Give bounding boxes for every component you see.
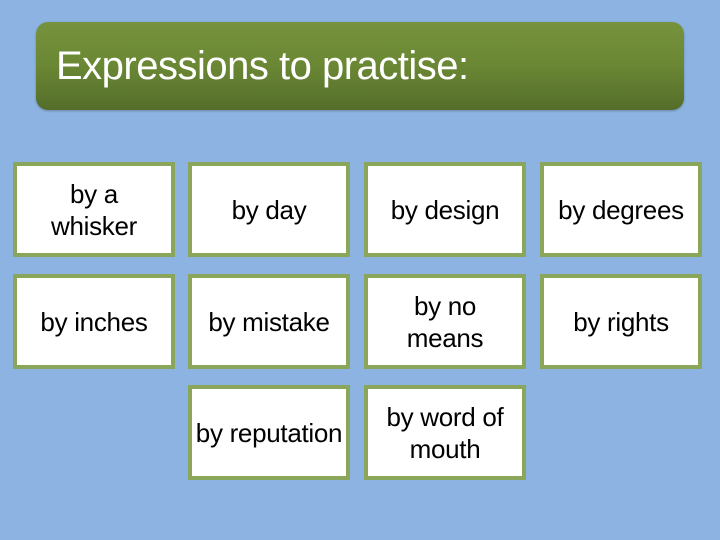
expression-card-by-rights: by rights xyxy=(540,274,702,369)
expression-text: by day xyxy=(231,194,307,225)
expression-card-by-reputation: by reputation xyxy=(188,385,350,480)
expression-text: by word of mouth xyxy=(386,401,504,464)
expression-text: by reputation xyxy=(195,417,343,448)
expression-card-by-inches: by inches xyxy=(13,274,175,369)
expression-text: by degrees xyxy=(558,194,684,225)
expression-card-by-mistake: by mistake xyxy=(188,274,350,369)
expression-card-by-no-means: by no means xyxy=(364,274,526,369)
expression-card-by-degrees: by degrees xyxy=(540,162,702,257)
expression-text: by no means xyxy=(406,290,484,353)
expression-text: by a whisker xyxy=(50,178,138,241)
expression-text: by inches xyxy=(40,306,148,337)
expression-card-by-word-of-mouth: by word of mouth xyxy=(364,385,526,480)
expression-card-by-design: by design xyxy=(364,162,526,257)
expression-text: by design xyxy=(390,194,500,225)
slide-title: Expressions to practise: xyxy=(56,44,469,88)
expression-card-by-a-whisker: by a whisker xyxy=(13,162,175,257)
title-bar: Expressions to practise: xyxy=(36,22,684,110)
expression-card-by-day: by day xyxy=(188,162,350,257)
expression-text: by mistake xyxy=(208,306,330,337)
expression-text: by rights xyxy=(573,306,669,337)
